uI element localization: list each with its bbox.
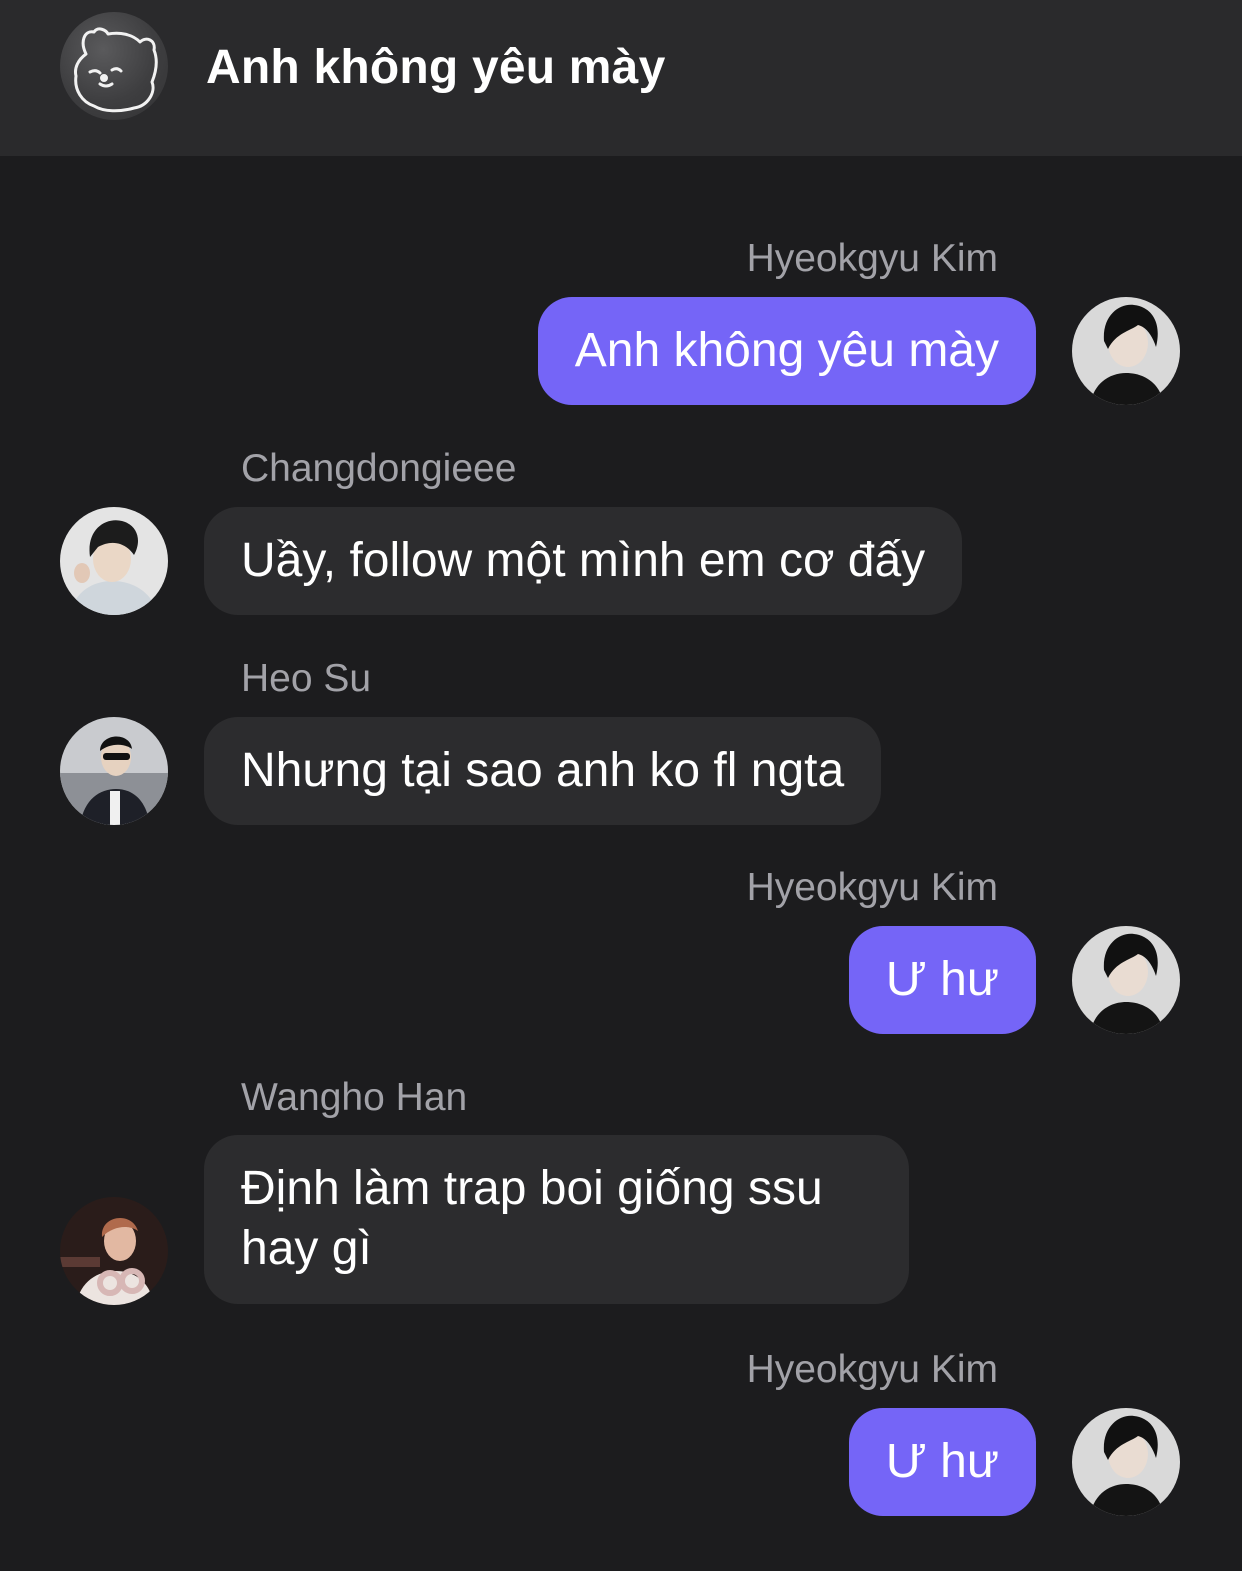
message-bubble-outgoing[interactable]: Anh không yêu mày — [537, 297, 1036, 405]
profile-photo — [1072, 1408, 1180, 1516]
profile-photo — [1072, 926, 1180, 1034]
group-avatar[interactable] — [60, 12, 168, 120]
message-sender-name: Heo Su — [241, 657, 372, 700]
avatar-changdongieee[interactable] — [60, 507, 168, 615]
message-bubble-incoming[interactable]: Định làm trap boi giống ssu hay gì — [204, 1135, 909, 1304]
profile-photo — [1072, 297, 1180, 405]
message-bubble-incoming[interactable]: Uầy, follow một mình em cơ đấy — [204, 507, 963, 615]
message-sender-name: Hyeokgyu Kim — [746, 866, 998, 909]
chat-header: Anh không yêu mày — [0, 0, 1242, 156]
avatar-hyeokgyu-kim[interactable] — [1072, 1408, 1180, 1516]
message-bubble-incoming[interactable]: Nhưng tại sao anh ko fl ngta — [204, 717, 882, 825]
profile-photo — [60, 717, 168, 825]
message-sender-name: Changdongieee — [241, 447, 517, 490]
message-sender-name: Wangho Han — [241, 1076, 468, 1119]
avatar-hyeokgyu-kim[interactable] — [1072, 926, 1180, 1034]
bear-icon — [74, 27, 158, 113]
avatar-hyeokgyu-kim[interactable] — [1072, 297, 1180, 405]
avatar-wangho-han[interactable] — [60, 1197, 168, 1305]
profile-photo — [60, 507, 168, 615]
chat-title: Anh không yêu mày — [206, 41, 666, 94]
message-sender-name: Hyeokgyu Kim — [746, 1348, 998, 1391]
message-sender-name: Hyeokgyu Kim — [746, 237, 998, 280]
profile-photo — [60, 1197, 168, 1305]
avatar-heo-su[interactable] — [60, 717, 168, 825]
message-bubble-outgoing[interactable]: Ư hư — [848, 926, 1036, 1034]
message-bubble-outgoing[interactable]: Ư hư — [848, 1408, 1036, 1516]
